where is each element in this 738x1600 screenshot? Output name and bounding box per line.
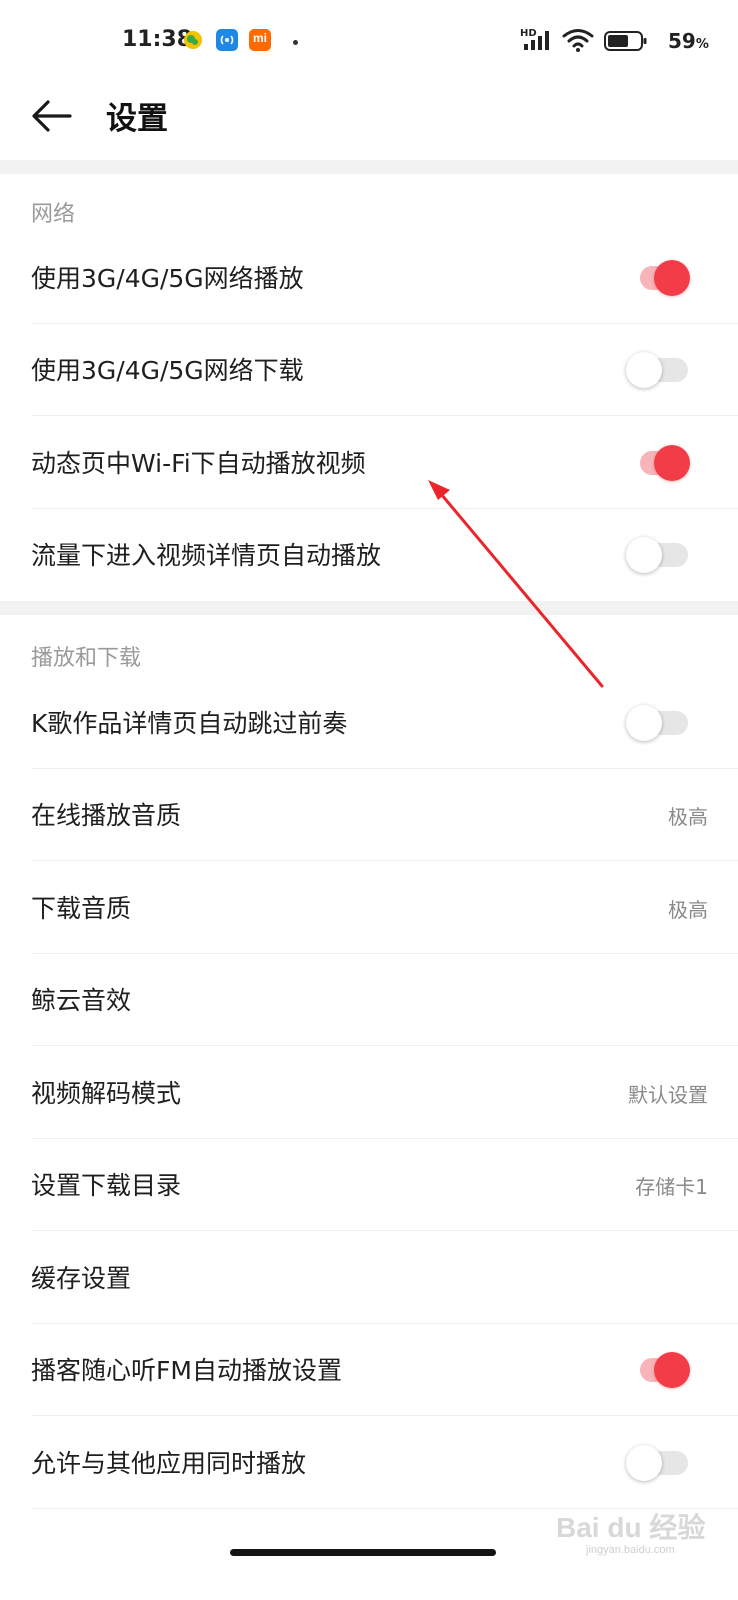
setting-label: 播客随心听FM自动播放设置 xyxy=(31,1356,342,1385)
toggle-switch[interactable] xyxy=(626,1352,704,1388)
notification-dot xyxy=(293,40,298,45)
setting-row-video-decode[interactable]: 视频解码模式 默认设置 xyxy=(0,1047,738,1139)
toggle-switch[interactable] xyxy=(626,705,704,741)
setting-row-sound-effect[interactable]: 鲸云音效 xyxy=(0,954,738,1046)
setting-label: 设置下载目录 xyxy=(31,1171,182,1200)
setting-label: 使用3G/4G/5G网络下载 xyxy=(31,356,304,385)
setting-label: 允许与其他应用同时播放 xyxy=(31,1449,307,1478)
setting-row-data-video-autoplay[interactable]: 流量下进入视频详情页自动播放 xyxy=(0,509,738,601)
section-title-network: 网络 xyxy=(31,202,76,227)
setting-value: 极高 xyxy=(668,805,708,829)
toggle-switch[interactable] xyxy=(626,445,704,481)
setting-label: 下载音质 xyxy=(31,894,132,923)
setting-row-download-dir[interactable]: 设置下载目录 存储卡1 xyxy=(0,1139,738,1231)
top-app-bar: 设置 xyxy=(0,84,738,160)
watermark-logo: Bai du 经验 xyxy=(556,1512,706,1543)
setting-label: 使用3G/4G/5G网络播放 xyxy=(31,264,304,293)
battery-level: 59% xyxy=(668,29,709,53)
setting-row-allow-mix[interactable]: 允许与其他应用同时播放 xyxy=(0,1417,738,1509)
divider xyxy=(31,1230,738,1231)
arrow-left-icon xyxy=(32,100,72,132)
hotspot-icon xyxy=(216,29,238,51)
setting-value: 默认设置 xyxy=(628,1083,708,1107)
setting-label: 动态页中Wi-Fi下自动播放视频 xyxy=(31,449,366,478)
toggle-switch[interactable] xyxy=(626,352,704,388)
setting-row-podcast-fm[interactable]: 播客随心听FM自动播放设置 xyxy=(0,1324,738,1416)
home-indicator[interactable] xyxy=(230,1549,496,1556)
toggle-switch[interactable] xyxy=(626,1445,704,1481)
page-title: 设置 xyxy=(106,101,168,137)
battery-icon xyxy=(604,30,648,56)
setting-row-wifi-autoplay[interactable]: 动态页中Wi-Fi下自动播放视频 xyxy=(0,417,738,509)
section-separator xyxy=(0,160,738,174)
setting-label: 流量下进入视频详情页自动播放 xyxy=(31,541,382,570)
divider xyxy=(31,860,738,861)
mi-icon: mi xyxy=(249,29,271,51)
watermark-url: jingyan.baidu.com xyxy=(586,1544,675,1556)
setting-label: 视频解码模式 xyxy=(31,1079,182,1108)
toggle-switch[interactable] xyxy=(626,260,704,296)
setting-row-karaoke-skip-intro[interactable]: K歌作品详情页自动跳过前奏 xyxy=(0,677,738,769)
signal-icon xyxy=(522,28,554,56)
setting-row-online-quality[interactable]: 在线播放音质 极高 xyxy=(0,769,738,861)
setting-row-download-quality[interactable]: 下载音质 极高 xyxy=(0,862,738,954)
toggle-switch[interactable] xyxy=(626,537,704,573)
mi-label: mi xyxy=(253,31,268,45)
setting-value: 存储卡1 xyxy=(635,1175,708,1199)
setting-label: 在线播放音质 xyxy=(31,801,182,830)
divider xyxy=(31,415,738,416)
section-separator xyxy=(0,601,738,615)
setting-label: 缓存设置 xyxy=(31,1264,132,1293)
setting-row-cellular-download[interactable]: 使用3G/4G/5G网络下载 xyxy=(0,324,738,416)
section-title-playback: 播放和下载 xyxy=(31,646,142,671)
battery-unit: % xyxy=(695,37,709,52)
divider xyxy=(31,1045,738,1046)
setting-label: K歌作品详情页自动跳过前奏 xyxy=(31,709,348,738)
back-button[interactable] xyxy=(28,90,80,142)
setting-label: 鲸云音效 xyxy=(31,986,132,1015)
battery-value: 59 xyxy=(668,29,696,53)
wifi-icon xyxy=(561,27,595,57)
setting-row-cache[interactable]: 缓存设置 xyxy=(0,1232,738,1324)
setting-row-cellular-play[interactable]: 使用3G/4G/5G网络播放 xyxy=(0,232,738,324)
wechat-icon xyxy=(182,29,204,51)
status-bar: 11:38 mi HD 59% xyxy=(0,0,738,84)
setting-value: 极高 xyxy=(668,898,708,922)
divider xyxy=(31,1415,738,1416)
